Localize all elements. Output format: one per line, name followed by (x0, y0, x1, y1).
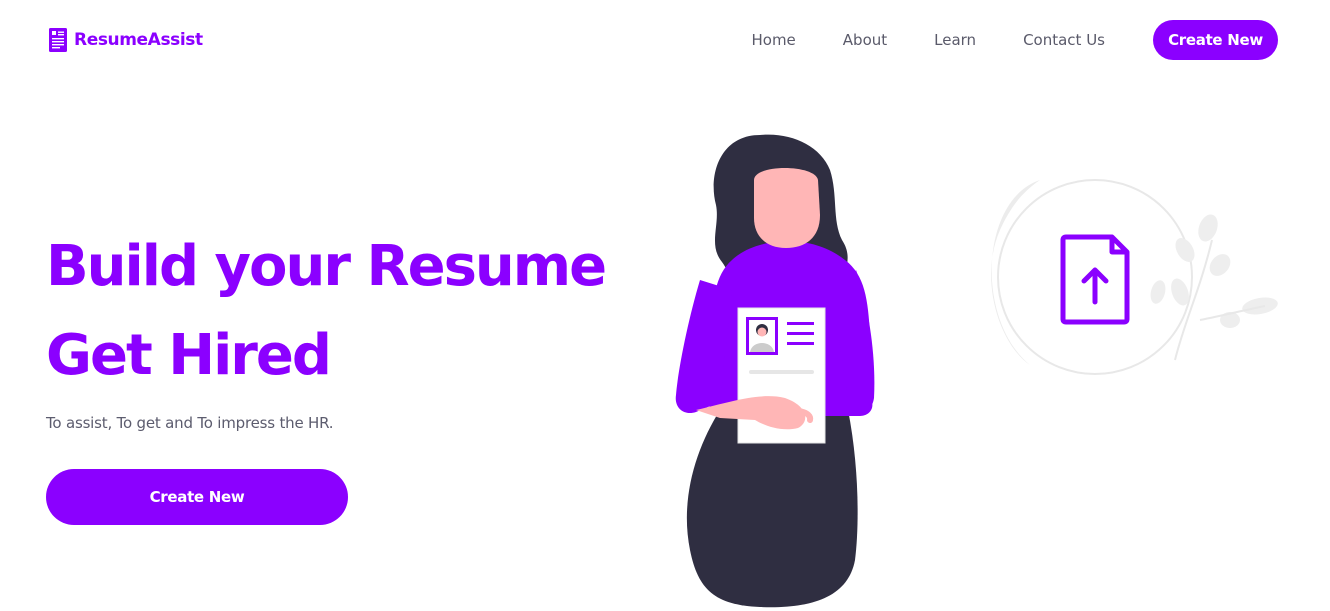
hero-create-new-button[interactable]: Create New (46, 469, 348, 525)
hero-illustration (675, 134, 1278, 608)
landing-page: ResumeAssist Home About Learn Contact Us… (0, 0, 1330, 611)
main-nav: Home About Learn Contact Us Create New (751, 20, 1278, 60)
resume-document-icon (49, 28, 67, 52)
hero-headline-line-2: Get Hired (46, 323, 332, 388)
brand-logo-link[interactable]: ResumeAssist (49, 28, 203, 52)
hero-headline-line-1: Build your Resume (46, 234, 607, 299)
face (754, 168, 820, 248)
upload-decor-group (991, 179, 1278, 375)
hero-headline: Build your Resume Get Hired (46, 222, 607, 400)
header-create-new-button[interactable]: Create New (1153, 20, 1278, 60)
woman-holding-resume (675, 134, 875, 608)
hero-subtitle: To assist, To get and To impress the HR. (46, 414, 334, 432)
decor-leaves (1150, 214, 1278, 361)
brand-name: ResumeAssist (74, 30, 203, 50)
nav-link-contact[interactable]: Contact Us (1023, 31, 1105, 49)
file-upload-icon (1060, 234, 1130, 325)
nav-link-about[interactable]: About (843, 31, 887, 49)
nav-link-learn[interactable]: Learn (934, 31, 976, 49)
nav-link-home[interactable]: Home (751, 31, 795, 49)
